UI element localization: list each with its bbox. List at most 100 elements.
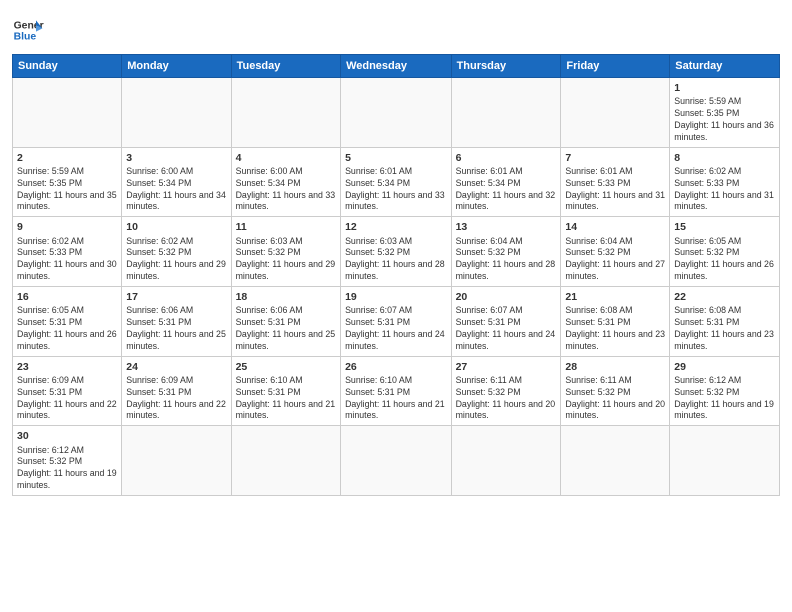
day-number: 4 [236,151,336,165]
calendar-cell: 11Sunrise: 6:03 AM Sunset: 5:32 PM Dayli… [231,217,340,287]
calendar-cell: 1Sunrise: 5:59 AM Sunset: 5:35 PM Daylig… [670,78,780,148]
weekday-wednesday: Wednesday [341,55,452,78]
weekday-sunday: Sunday [13,55,122,78]
calendar-cell: 3Sunrise: 6:00 AM Sunset: 5:34 PM Daylig… [122,147,231,217]
weekday-header-row: SundayMondayTuesdayWednesdayThursdayFrid… [13,55,780,78]
calendar-cell [561,78,670,148]
calendar-cell [231,426,340,496]
svg-text:Blue: Blue [14,32,37,43]
day-info: Sunrise: 6:10 AM Sunset: 5:31 PM Dayligh… [345,375,447,423]
day-number: 19 [345,290,447,304]
calendar-cell: 13Sunrise: 6:04 AM Sunset: 5:32 PM Dayli… [451,217,561,287]
weekday-thursday: Thursday [451,55,561,78]
day-info: Sunrise: 6:06 AM Sunset: 5:31 PM Dayligh… [236,305,336,353]
calendar-cell: 2Sunrise: 5:59 AM Sunset: 5:35 PM Daylig… [13,147,122,217]
day-number: 2 [17,151,117,165]
calendar-cell [341,78,452,148]
calendar-week-5: 23Sunrise: 6:09 AM Sunset: 5:31 PM Dayli… [13,356,780,426]
day-number: 5 [345,151,447,165]
calendar-week-3: 9Sunrise: 6:02 AM Sunset: 5:33 PM Daylig… [13,217,780,287]
day-number: 24 [126,360,226,374]
calendar-cell [561,426,670,496]
day-info: Sunrise: 6:02 AM Sunset: 5:32 PM Dayligh… [126,236,226,284]
calendar-cell: 4Sunrise: 6:00 AM Sunset: 5:34 PM Daylig… [231,147,340,217]
day-info: Sunrise: 6:07 AM Sunset: 5:31 PM Dayligh… [456,305,557,353]
day-number: 14 [565,220,665,234]
day-info: Sunrise: 6:05 AM Sunset: 5:31 PM Dayligh… [17,305,117,353]
day-info: Sunrise: 6:01 AM Sunset: 5:33 PM Dayligh… [565,166,665,214]
day-number: 6 [456,151,557,165]
calendar-cell: 18Sunrise: 6:06 AM Sunset: 5:31 PM Dayli… [231,287,340,357]
calendar-cell [451,426,561,496]
calendar-week-4: 16Sunrise: 6:05 AM Sunset: 5:31 PM Dayli… [13,287,780,357]
calendar-cell: 5Sunrise: 6:01 AM Sunset: 5:34 PM Daylig… [341,147,452,217]
logo: General Blue [12,14,44,46]
calendar-cell: 16Sunrise: 6:05 AM Sunset: 5:31 PM Dayli… [13,287,122,357]
weekday-friday: Friday [561,55,670,78]
calendar-cell: 23Sunrise: 6:09 AM Sunset: 5:31 PM Dayli… [13,356,122,426]
day-info: Sunrise: 6:00 AM Sunset: 5:34 PM Dayligh… [236,166,336,214]
calendar-cell: 14Sunrise: 6:04 AM Sunset: 5:32 PM Dayli… [561,217,670,287]
calendar-week-6: 30 Sunrise: 6:12 AM Sunset: 5:32 PM Dayli… [13,426,780,496]
calendar-cell: 12 Sunrise: 6:03 AM Sunset: 5:32 PM Dayli… [341,217,452,287]
day-number: 20 [456,290,557,304]
day-info: Sunrise: 6:10 AM Sunset: 5:31 PM Dayligh… [236,375,336,423]
day-number: 15 [674,220,775,234]
calendar-cell: 8Sunrise: 6:02 AM Sunset: 5:33 PM Daylig… [670,147,780,217]
calendar-cell [451,78,561,148]
day-number: 12 [345,220,447,234]
day-info: Sunrise: 6:08 AM Sunset: 5:31 PM Dayligh… [674,305,775,353]
weekday-saturday: Saturday [670,55,780,78]
day-number: 22 [674,290,775,304]
day-number: 25 [236,360,336,374]
day-number: 11 [236,220,336,234]
day-number: 30 [17,429,117,443]
calendar-cell [13,78,122,148]
day-info: Sunrise: 6:09 AM Sunset: 5:31 PM Dayligh… [126,375,226,423]
day-info: Sunrise: 6:00 AM Sunset: 5:34 PM Dayligh… [126,166,226,214]
day-number: 27 [456,360,557,374]
day-info: Sunrise: 6:12 AM Sunset: 5:32 PM Dayligh… [674,375,775,423]
day-info: Sunrise: 6:09 AM Sunset: 5:31 PM Dayligh… [17,375,117,423]
calendar-table: SundayMondayTuesdayWednesdayThursdayFrid… [12,54,780,496]
calendar-cell: 7Sunrise: 6:01 AM Sunset: 5:33 PM Daylig… [561,147,670,217]
calendar-cell [122,78,231,148]
day-info: Sunrise: 6:05 AM Sunset: 5:32 PM Dayligh… [674,236,775,284]
calendar-cell: 15 Sunrise: 6:05 AM Sunset: 5:32 PM Dayli… [670,217,780,287]
day-number: 16 [17,290,117,304]
day-info: Sunrise: 5:59 AM Sunset: 5:35 PM Dayligh… [17,166,117,214]
day-number: 1 [674,81,775,95]
day-number: 9 [17,220,117,234]
calendar-cell: 20Sunrise: 6:07 AM Sunset: 5:31 PM Dayli… [451,287,561,357]
day-info: Sunrise: 6:12 AM Sunset: 5:32 PM Dayligh… [17,445,117,493]
calendar-cell [122,426,231,496]
day-number: 29 [674,360,775,374]
day-number: 7 [565,151,665,165]
day-number: 17 [126,290,226,304]
day-number: 23 [17,360,117,374]
weekday-monday: Monday [122,55,231,78]
logo-icon: General Blue [12,14,44,46]
day-number: 3 [126,151,226,165]
day-number: 21 [565,290,665,304]
calendar-cell: 19Sunrise: 6:07 AM Sunset: 5:31 PM Dayli… [341,287,452,357]
day-info: Sunrise: 6:01 AM Sunset: 5:34 PM Dayligh… [456,166,557,214]
calendar-body: 1Sunrise: 5:59 AM Sunset: 5:35 PM Daylig… [13,78,780,496]
calendar-cell: 22Sunrise: 6:08 AM Sunset: 5:31 PM Dayli… [670,287,780,357]
calendar-cell: 29Sunrise: 6:12 AM Sunset: 5:32 PM Dayli… [670,356,780,426]
calendar-cell: 17Sunrise: 6:06 AM Sunset: 5:31 PM Dayli… [122,287,231,357]
calendar-cell: 9Sunrise: 6:02 AM Sunset: 5:33 PM Daylig… [13,217,122,287]
day-info: Sunrise: 6:06 AM Sunset: 5:31 PM Dayligh… [126,305,226,353]
day-info: Sunrise: 6:03 AM Sunset: 5:32 PM Dayligh… [345,236,447,284]
day-number: 13 [456,220,557,234]
calendar-cell: 10Sunrise: 6:02 AM Sunset: 5:32 PM Dayli… [122,217,231,287]
calendar-cell: 28Sunrise: 6:11 AM Sunset: 5:32 PM Dayli… [561,356,670,426]
day-number: 26 [345,360,447,374]
header: General Blue [12,10,780,46]
day-info: Sunrise: 5:59 AM Sunset: 5:35 PM Dayligh… [674,96,775,144]
day-number: 28 [565,360,665,374]
page: General Blue SundayMondayTuesdayWednesda… [0,0,792,612]
calendar-cell: 25Sunrise: 6:10 AM Sunset: 5:31 PM Dayli… [231,356,340,426]
day-info: Sunrise: 6:01 AM Sunset: 5:34 PM Dayligh… [345,166,447,214]
weekday-tuesday: Tuesday [231,55,340,78]
